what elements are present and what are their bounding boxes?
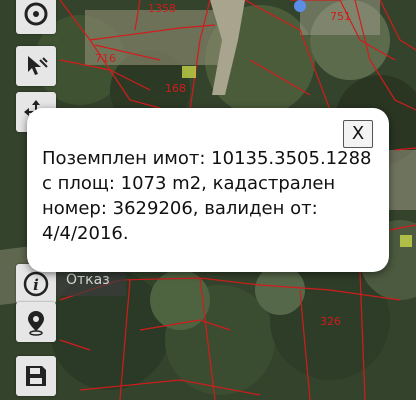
parcel-label: 1358 <box>148 2 176 15</box>
compass-icon <box>24 2 48 26</box>
info-icon: i <box>23 271 49 297</box>
parcel-info-dialog: X Поземплен имот: 10135.3505.1288 с площ… <box>27 108 389 272</box>
parcel-label: 716 <box>95 52 116 65</box>
select-cursor-icon <box>28 56 48 75</box>
parcel-marker <box>400 235 412 247</box>
close-button[interactable]: X <box>343 120 373 148</box>
parcel-marker <box>182 66 196 78</box>
compass-button[interactable] <box>16 0 56 34</box>
location-button[interactable] <box>16 302 56 342</box>
parcel-label: 326 <box>320 315 341 328</box>
save-icon <box>26 366 46 386</box>
save-button[interactable] <box>16 356 56 396</box>
svg-text:i: i <box>33 276 39 294</box>
select-tool-button[interactable] <box>16 46 56 86</box>
point-marker <box>294 0 306 12</box>
parcel-info-text: Поземплен имот: 10135.3505.1288 с площ: … <box>42 148 372 244</box>
parcel-label: 751 <box>330 10 351 23</box>
parcel-label: 168 <box>165 82 186 95</box>
location-pin-icon <box>28 311 44 336</box>
